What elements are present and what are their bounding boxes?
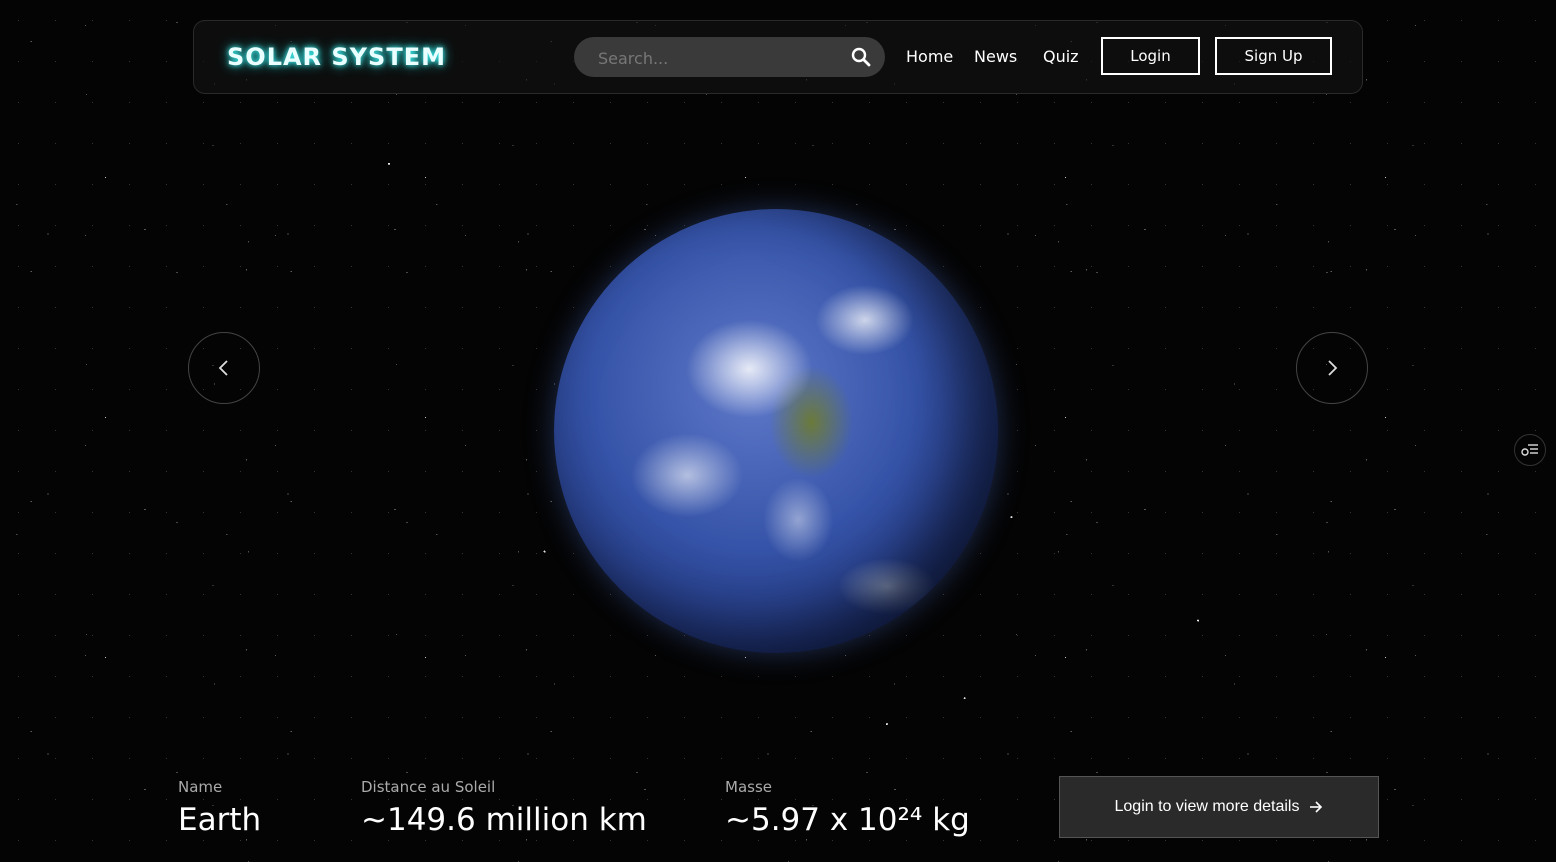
search-bar: [574, 37, 885, 77]
nav-news-link[interactable]: News: [974, 47, 1017, 66]
site-logo[interactable]: SOLAR SYSTEM: [227, 43, 446, 71]
name-label: Name: [178, 778, 223, 796]
settings-list-icon: [1521, 444, 1538, 456]
side-tool-button[interactable]: [1514, 434, 1546, 466]
distance-value: ~149.6 million km: [361, 802, 647, 838]
search-input[interactable]: [596, 45, 840, 71]
signup-button[interactable]: Sign Up: [1215, 37, 1332, 75]
next-planet-button[interactable]: [1296, 332, 1368, 404]
nav-quiz-link[interactable]: Quiz: [1043, 47, 1079, 66]
search-icon[interactable]: [851, 47, 871, 67]
login-for-details-label: Login to view more details: [1114, 798, 1300, 815]
earth-globe-image: [554, 209, 998, 653]
distance-label: Distance au Soleil: [361, 778, 496, 796]
login-button[interactable]: Login: [1101, 37, 1200, 75]
top-nav-bar: SOLAR SYSTEM Home News Quiz Login Sign U…: [193, 20, 1363, 94]
chevron-left-icon: [218, 360, 228, 376]
login-for-details-button[interactable]: Login to view more details: [1059, 776, 1379, 838]
mass-value: ~5.97 x 10²⁴ kg: [725, 802, 970, 838]
name-value: Earth: [178, 802, 262, 838]
arrow-right-icon: [1310, 801, 1323, 813]
previous-planet-button[interactable]: [188, 332, 260, 404]
chevron-right-icon: [1328, 360, 1338, 376]
nav-home-link[interactable]: Home: [906, 47, 953, 66]
mass-label: Masse: [725, 778, 772, 796]
